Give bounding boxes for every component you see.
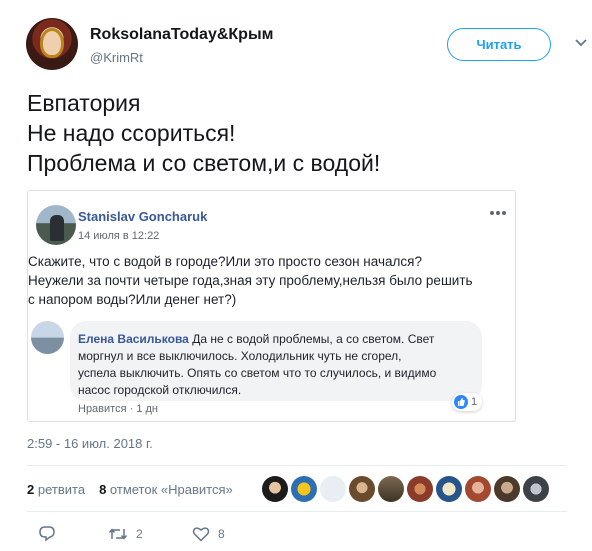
comment-text: Елена Василькова Да не с водой проблемы,…	[78, 331, 478, 399]
chevron-down-icon[interactable]	[574, 36, 588, 50]
tweet-actions: 2 8	[0, 526, 592, 548]
author-handle[interactable]: @KrimRt	[90, 50, 143, 65]
liker-avatar[interactable]	[407, 476, 433, 502]
retweets-stat[interactable]: 2 ретвита	[27, 482, 85, 497]
tweet-text: Евпатория Не надо ссориться! Проблема и …	[27, 88, 567, 178]
more-options-icon	[490, 211, 506, 215]
liker-avatar[interactable]	[494, 476, 520, 502]
facebook-post-screenshot[interactable]: Stanislav Goncharuk 14 июля в 12:22 Скаж…	[27, 190, 516, 422]
comment-author-avatar	[31, 321, 64, 354]
comment-text-line: моргнул и все выключилось. Холодильник ч…	[78, 349, 402, 363]
post-author-name: Stanislav Goncharuk	[78, 209, 208, 224]
tweet-stats: 2 ретвита 8 отметок «Нравится»	[27, 482, 233, 497]
comment-text-line: насос городской отключился.	[78, 383, 242, 397]
retweets-count: 2	[27, 482, 35, 497]
liker-avatar[interactable]	[291, 476, 317, 502]
tweet-text-line: Не надо ссориться!	[27, 120, 236, 146]
follow-button[interactable]: Читать	[447, 28, 551, 61]
divider	[27, 511, 567, 512]
heart-icon	[192, 527, 210, 542]
comment-bubble: Елена Василькова Да не с водой проблемы,…	[70, 321, 482, 401]
author-avatar[interactable]	[26, 18, 78, 70]
reply-button[interactable]	[38, 526, 64, 542]
like-icon	[454, 395, 468, 409]
retweet-count: 2	[136, 527, 143, 541]
divider	[27, 465, 567, 466]
likes-label: отметок «Нравится»	[109, 482, 233, 497]
comment-actions: Нравится · 1 дн	[78, 403, 158, 415]
liker-avatar[interactable]	[320, 476, 346, 502]
liker-avatar[interactable]	[436, 476, 462, 502]
tweet-header: RoksolanaToday&Крым @KrimRt Читать	[26, 18, 587, 74]
retweets-label: ретвита	[37, 482, 86, 497]
retweet-icon	[108, 528, 128, 540]
author-name[interactable]: RoksolanaToday&Крым	[90, 26, 273, 44]
like-count: 8	[218, 527, 225, 541]
retweet-button[interactable]: 2	[108, 526, 143, 542]
comment-text-line: успела выключить. Опять со светом что то…	[78, 366, 437, 380]
post-date: 14 июля в 12:22	[78, 230, 160, 242]
liker-avatar[interactable]	[465, 476, 491, 502]
liker-avatar[interactable]	[262, 476, 288, 502]
post-text-line: Скажите, что с водой в городе?Или это пр…	[28, 254, 422, 269]
reaction-badge: 1	[452, 393, 483, 411]
reply-icon	[39, 526, 55, 542]
post-text-line: Неужели за почти четыре года,зная эту пр…	[28, 273, 473, 288]
comment-text-line: Да не с водой проблемы, а со светом. Све…	[192, 332, 435, 346]
tweet-timestamp[interactable]: 2:59 - 16 июл. 2018 г.	[27, 436, 153, 451]
liker-avatar[interactable]	[349, 476, 375, 502]
like-button[interactable]: 8	[192, 526, 225, 542]
likes-stat[interactable]: 8 отметок «Нравится»	[99, 482, 233, 497]
liker-avatar[interactable]	[378, 476, 404, 502]
post-text-line: с напором воды?Или денег нет?)	[28, 292, 237, 307]
comment-author: Елена Василькова	[78, 332, 189, 346]
tweet-text-line: Евпатория	[27, 90, 141, 116]
likers-avatars	[262, 476, 549, 502]
liker-avatar[interactable]	[523, 476, 549, 502]
post-author-avatar	[36, 205, 76, 245]
reaction-count: 1	[471, 396, 478, 408]
likes-count: 8	[99, 482, 107, 497]
post-text: Скажите, что с водой в городе?Или это пр…	[28, 252, 508, 309]
tweet-text-line: Проблема и со светом,и с водой!	[27, 150, 381, 176]
